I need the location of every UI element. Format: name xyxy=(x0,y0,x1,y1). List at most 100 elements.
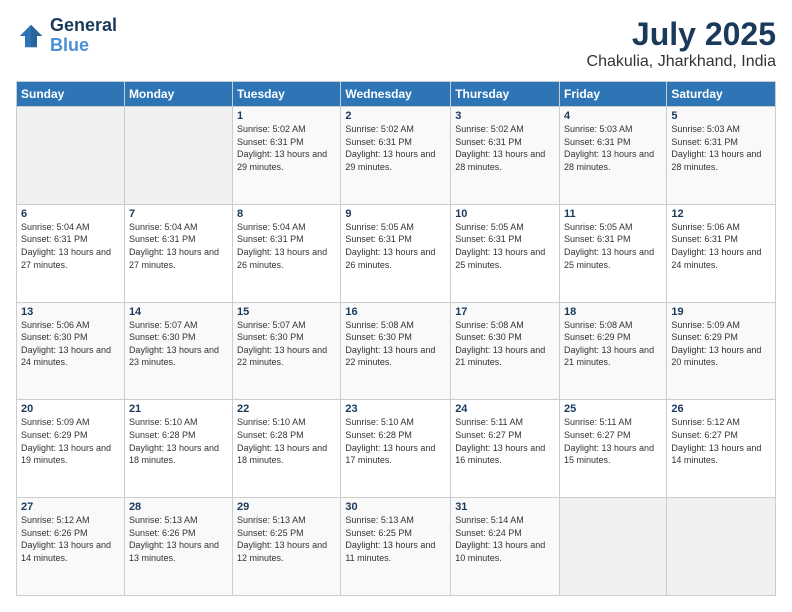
weekday-header-thursday: Thursday xyxy=(451,82,560,107)
day-number: 9 xyxy=(345,208,446,220)
day-cell: 24Sunrise: 5:11 AM Sunset: 6:27 PM Dayli… xyxy=(451,400,560,498)
weekday-row: SundayMondayTuesdayWednesdayThursdayFrid… xyxy=(17,82,776,107)
day-cell xyxy=(667,498,776,596)
week-row-1: 6 Sunrise: 5:04 AM Sunset: 6:31 PM Daylig… xyxy=(17,204,776,302)
day-number: 29 xyxy=(237,501,336,513)
logo-icon xyxy=(16,21,46,51)
day-number: 4 xyxy=(564,110,662,122)
day-cell: 15Sunrise: 5:07 AM Sunset: 6:30 PM Dayli… xyxy=(233,302,341,400)
day-number: 26 xyxy=(671,403,771,415)
day-cell: 28Sunrise: 5:13 AM Sunset: 6:26 PM Dayli… xyxy=(124,498,232,596)
weekday-header-sunday: Sunday xyxy=(17,82,125,107)
day-info: Sunrise: 5:07 AM Sunset: 6:30 PM Dayligh… xyxy=(129,319,228,369)
day-cell: 11Sunrise: 5:05 AM Sunset: 6:31 PM Dayli… xyxy=(560,204,667,302)
calendar-body: 1Sunrise: 5:02 AM Sunset: 6:31 PM Daylig… xyxy=(17,107,776,596)
day-number: 1 xyxy=(237,110,336,122)
weekday-header-friday: Friday xyxy=(560,82,667,107)
weekday-header-saturday: Saturday xyxy=(667,82,776,107)
day-info: Sunrise: 5:13 AM Sunset: 6:25 PM Dayligh… xyxy=(345,514,446,564)
calendar-header: SundayMondayTuesdayWednesdayThursdayFrid… xyxy=(17,82,776,107)
week-row-0: 1Sunrise: 5:02 AM Sunset: 6:31 PM Daylig… xyxy=(17,107,776,205)
day-number: 23 xyxy=(345,403,446,415)
day-number: 20 xyxy=(21,403,120,415)
day-info: Sunrise: 5:06 AM Sunset: 6:30 PM Dayligh… xyxy=(21,319,120,369)
day-cell: 22Sunrise: 5:10 AM Sunset: 6:28 PM Dayli… xyxy=(233,400,341,498)
day-cell xyxy=(124,107,232,205)
day-info: Sunrise: 5:02 AM Sunset: 6:31 PM Dayligh… xyxy=(237,123,336,173)
day-number: 6 xyxy=(21,208,120,220)
day-info: Sunrise: 5:09 AM Sunset: 6:29 PM Dayligh… xyxy=(21,416,120,466)
day-cell: 31Sunrise: 5:14 AM Sunset: 6:24 PM Dayli… xyxy=(451,498,560,596)
day-cell: 27Sunrise: 5:12 AM Sunset: 6:26 PM Dayli… xyxy=(17,498,125,596)
day-cell: 19Sunrise: 5:09 AM Sunset: 6:29 PM Dayli… xyxy=(667,302,776,400)
day-number: 3 xyxy=(455,110,555,122)
week-row-3: 20Sunrise: 5:09 AM Sunset: 6:29 PM Dayli… xyxy=(17,400,776,498)
weekday-header-wednesday: Wednesday xyxy=(341,82,451,107)
day-info: Sunrise: 5:10 AM Sunset: 6:28 PM Dayligh… xyxy=(237,416,336,466)
day-info: Sunrise: 5:04 AM Sunset: 6:31 PM Dayligh… xyxy=(237,221,336,271)
day-info: Sunrise: 5:08 AM Sunset: 6:30 PM Dayligh… xyxy=(455,319,555,369)
day-number: 28 xyxy=(129,501,228,513)
calendar-table: SundayMondayTuesdayWednesdayThursdayFrid… xyxy=(16,81,776,596)
day-info: Sunrise: 5:04 AM Sunset: 6:31 PM Dayligh… xyxy=(129,221,228,271)
day-cell: 1Sunrise: 5:02 AM Sunset: 6:31 PM Daylig… xyxy=(233,107,341,205)
day-number: 5 xyxy=(671,110,771,122)
day-number: 18 xyxy=(564,306,662,318)
day-number: 27 xyxy=(21,501,120,513)
day-cell: 23Sunrise: 5:10 AM Sunset: 6:28 PM Dayli… xyxy=(341,400,451,498)
day-cell: 7Sunrise: 5:04 AM Sunset: 6:31 PM Daylig… xyxy=(124,204,232,302)
day-number: 14 xyxy=(129,306,228,318)
day-number: 17 xyxy=(455,306,555,318)
day-cell: 9Sunrise: 5:05 AM Sunset: 6:31 PM Daylig… xyxy=(341,204,451,302)
day-info: Sunrise: 5:11 AM Sunset: 6:27 PM Dayligh… xyxy=(564,416,662,466)
logo-line1: General xyxy=(50,16,117,36)
weekday-header-tuesday: Tuesday xyxy=(233,82,341,107)
day-cell: 17Sunrise: 5:08 AM Sunset: 6:30 PM Dayli… xyxy=(451,302,560,400)
day-cell: 3Sunrise: 5:02 AM Sunset: 6:31 PM Daylig… xyxy=(451,107,560,205)
weekday-header-monday: Monday xyxy=(124,82,232,107)
day-info: Sunrise: 5:06 AM Sunset: 6:31 PM Dayligh… xyxy=(671,221,771,271)
day-cell: 20Sunrise: 5:09 AM Sunset: 6:29 PM Dayli… xyxy=(17,400,125,498)
day-number: 25 xyxy=(564,403,662,415)
day-number: 22 xyxy=(237,403,336,415)
day-info: Sunrise: 5:03 AM Sunset: 6:31 PM Dayligh… xyxy=(564,123,662,173)
day-info: Sunrise: 5:08 AM Sunset: 6:29 PM Dayligh… xyxy=(564,319,662,369)
day-number: 15 xyxy=(237,306,336,318)
day-cell: 8Sunrise: 5:04 AM Sunset: 6:31 PM Daylig… xyxy=(233,204,341,302)
calendar-title: July 2025 xyxy=(587,16,776,53)
day-info: Sunrise: 5:09 AM Sunset: 6:29 PM Dayligh… xyxy=(671,319,771,369)
day-number: 8 xyxy=(237,208,336,220)
day-cell: 4Sunrise: 5:03 AM Sunset: 6:31 PM Daylig… xyxy=(560,107,667,205)
day-info: Sunrise: 5:02 AM Sunset: 6:31 PM Dayligh… xyxy=(345,123,446,173)
day-info: Sunrise: 5:12 AM Sunset: 6:26 PM Dayligh… xyxy=(21,514,120,564)
day-cell: 12Sunrise: 5:06 AM Sunset: 6:31 PM Dayli… xyxy=(667,204,776,302)
day-info: Sunrise: 5:02 AM Sunset: 6:31 PM Dayligh… xyxy=(455,123,555,173)
header: General Blue July 2025 Chakulia, Jharkha… xyxy=(16,16,776,71)
day-info: Sunrise: 5:08 AM Sunset: 6:30 PM Dayligh… xyxy=(345,319,446,369)
logo-text: General Blue xyxy=(50,16,117,56)
day-cell: 14Sunrise: 5:07 AM Sunset: 6:30 PM Dayli… xyxy=(124,302,232,400)
week-row-2: 13Sunrise: 5:06 AM Sunset: 6:30 PM Dayli… xyxy=(17,302,776,400)
day-cell: 16Sunrise: 5:08 AM Sunset: 6:30 PM Dayli… xyxy=(341,302,451,400)
day-cell: 6Sunrise: 5:04 AM Sunset: 6:31 PM Daylig… xyxy=(17,204,125,302)
day-number: 11 xyxy=(564,208,662,220)
title-section: July 2025 Chakulia, Jharkhand, India xyxy=(587,16,776,71)
day-number: 2 xyxy=(345,110,446,122)
logo-line2: Blue xyxy=(50,36,117,56)
calendar-subtitle: Chakulia, Jharkhand, India xyxy=(587,53,776,71)
day-info: Sunrise: 5:05 AM Sunset: 6:31 PM Dayligh… xyxy=(345,221,446,271)
day-info: Sunrise: 5:05 AM Sunset: 6:31 PM Dayligh… xyxy=(564,221,662,271)
day-number: 21 xyxy=(129,403,228,415)
day-number: 7 xyxy=(129,208,228,220)
day-cell: 10Sunrise: 5:05 AM Sunset: 6:31 PM Dayli… xyxy=(451,204,560,302)
day-info: Sunrise: 5:11 AM Sunset: 6:27 PM Dayligh… xyxy=(455,416,555,466)
day-info: Sunrise: 5:05 AM Sunset: 6:31 PM Dayligh… xyxy=(455,221,555,271)
day-info: Sunrise: 5:10 AM Sunset: 6:28 PM Dayligh… xyxy=(129,416,228,466)
day-number: 30 xyxy=(345,501,446,513)
day-number: 31 xyxy=(455,501,555,513)
day-cell: 29Sunrise: 5:13 AM Sunset: 6:25 PM Dayli… xyxy=(233,498,341,596)
week-row-4: 27Sunrise: 5:12 AM Sunset: 6:26 PM Dayli… xyxy=(17,498,776,596)
logo: General Blue xyxy=(16,16,117,56)
day-cell xyxy=(560,498,667,596)
day-info: Sunrise: 5:12 AM Sunset: 6:27 PM Dayligh… xyxy=(671,416,771,466)
